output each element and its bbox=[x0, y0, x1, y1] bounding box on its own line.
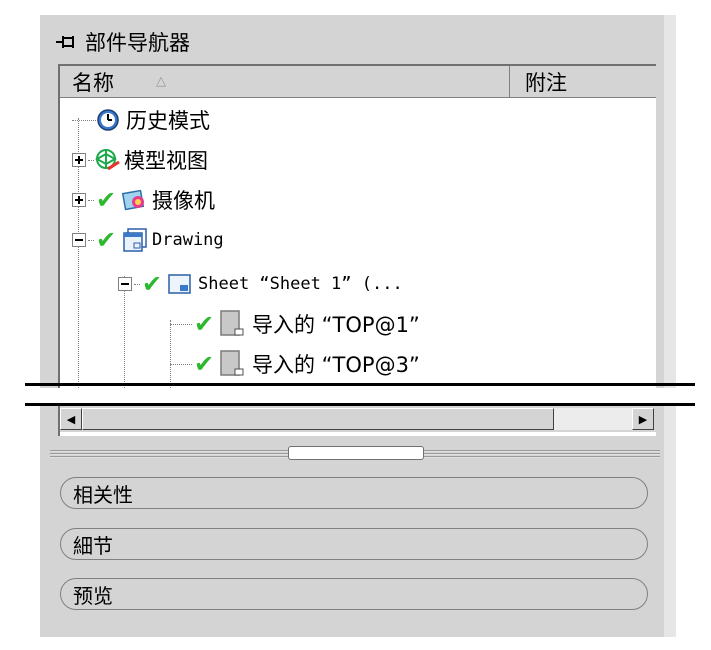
section-dependencies[interactable]: 相关性 bbox=[60, 477, 648, 509]
tree-item-label: Drawing bbox=[152, 230, 224, 250]
expand-icon[interactable] bbox=[72, 193, 86, 207]
column-name-header[interactable]: 名称 △ bbox=[60, 66, 510, 97]
column-header: 名称 △ 附注 bbox=[60, 66, 656, 98]
panel-edge bbox=[664, 15, 676, 637]
navigator-tree[interactable]: 名称 △ 附注 历史模式 模型视图 ✔ 摄像机 ✔ Drawing ✔ Shee… bbox=[58, 64, 656, 436]
tree-item-imported-top3[interactable]: ✔ 导入的 “TOP@3” bbox=[170, 344, 420, 384]
imported-view-icon bbox=[220, 350, 244, 376]
checkmark-icon[interactable]: ✔ bbox=[140, 272, 164, 296]
tree-item-history[interactable]: 历史模式 bbox=[72, 100, 210, 140]
horizontal-scrollbar[interactable]: ◀ ▶ bbox=[58, 406, 656, 432]
column-note-header[interactable]: 附注 bbox=[511, 66, 656, 97]
checkmark-icon[interactable]: ✔ bbox=[192, 312, 216, 336]
panel-title: 部件导航器 bbox=[85, 31, 190, 55]
tree-item-label: 导入的 “TOP@1” bbox=[252, 313, 420, 337]
camera-icon bbox=[122, 189, 145, 211]
splitter-grip[interactable] bbox=[288, 446, 424, 460]
sort-ascending-icon: △ bbox=[156, 74, 166, 89]
panel-title-bar: 部件导航器 bbox=[55, 28, 190, 56]
tree-item-label: 摄像机 bbox=[152, 189, 215, 213]
scroll-right-button[interactable]: ▶ bbox=[632, 408, 654, 430]
drawing-icon bbox=[123, 228, 147, 252]
tree-item-drawing[interactable]: ✔ Drawing bbox=[72, 220, 224, 260]
scroll-left-button[interactable]: ◀ bbox=[60, 408, 82, 430]
arrow-left-icon: ◀ bbox=[66, 412, 76, 426]
tree-item-label: 历史模式 bbox=[126, 109, 210, 133]
pane-splitter[interactable] bbox=[50, 444, 660, 464]
tree-item-label: Sheet “Sheet 1” (... bbox=[198, 274, 403, 294]
tree-item-cameras[interactable]: ✔ 摄像机 bbox=[72, 180, 215, 220]
tree-item-sheet[interactable]: ✔ Sheet “Sheet 1” (... bbox=[118, 264, 403, 304]
tree-item-label: 导入的 “TOP@3” bbox=[252, 353, 420, 377]
tree-item-imported-top1[interactable]: ✔ 导入的 “TOP@1” bbox=[170, 304, 420, 344]
section-preview[interactable]: 预览 bbox=[60, 578, 648, 610]
tree-item-model-views[interactable]: 模型视图 bbox=[72, 140, 208, 180]
collapse-icon[interactable] bbox=[72, 233, 86, 247]
checkmark-icon[interactable]: ✔ bbox=[94, 228, 118, 252]
arrow-right-icon: ▶ bbox=[638, 412, 648, 426]
sheet-icon bbox=[168, 274, 191, 294]
clock-icon bbox=[97, 109, 119, 131]
scrollbar-thumb[interactable] bbox=[82, 408, 554, 430]
imported-view-icon bbox=[220, 310, 244, 336]
section-details[interactable]: 細节 bbox=[60, 528, 648, 560]
scrollbar-track[interactable] bbox=[554, 408, 632, 430]
tree-item-label: 模型视图 bbox=[124, 149, 208, 173]
checkmark-icon[interactable]: ✔ bbox=[192, 352, 216, 376]
pin-icon[interactable] bbox=[55, 32, 77, 52]
collapse-icon[interactable] bbox=[118, 277, 132, 291]
checkmark-icon[interactable]: ✔ bbox=[94, 188, 118, 212]
break-line-top bbox=[25, 383, 695, 386]
expand-icon[interactable] bbox=[72, 153, 86, 167]
model-view-icon bbox=[94, 149, 120, 171]
